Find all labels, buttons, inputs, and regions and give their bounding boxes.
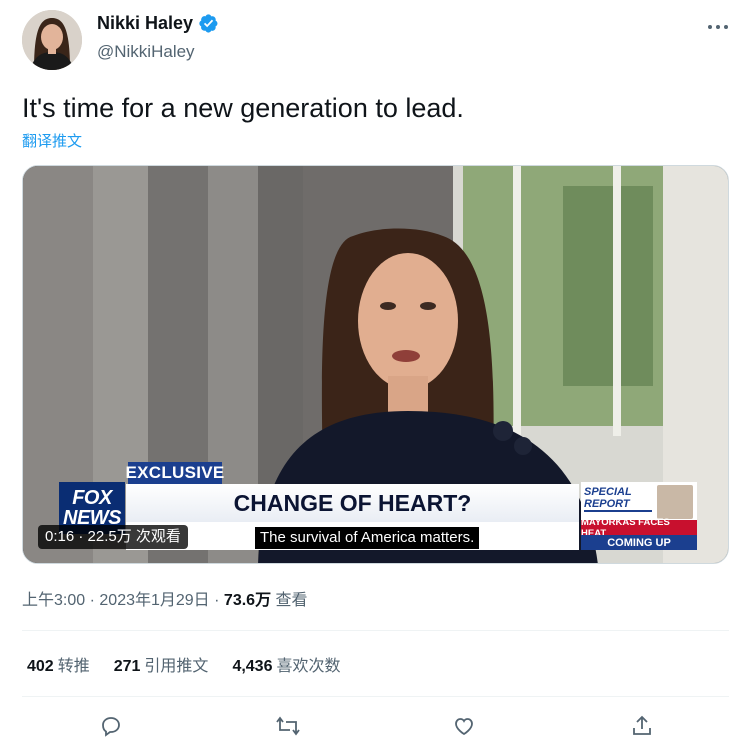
author-display-name[interactable]: Nikki Haley [97, 13, 193, 34]
meta-separator: · [89, 592, 95, 609]
tweet-date[interactable]: 2023年1月29日 [99, 592, 209, 609]
avatar[interactable] [22, 10, 82, 70]
quotes-label: 引用推文 [144, 658, 209, 675]
retweet-icon [276, 716, 300, 736]
divider [22, 696, 729, 697]
logo-line-1: FOX [72, 487, 112, 509]
author-name-row[interactable]: Nikki Haley [97, 13, 219, 34]
special-report-thumbnail [657, 485, 693, 519]
share-button[interactable] [628, 712, 656, 740]
translate-tweet-link[interactable]: 翻译推文 [22, 130, 82, 151]
meta-separator-2: · [214, 592, 220, 609]
headline-banner: CHANGE OF HEART? [126, 484, 579, 522]
views-label: 查看 [275, 592, 308, 609]
special-report-headline: MAYORKAS FACES HEAT [581, 517, 697, 539]
tweet-text: It's time for a new generation to lead. [22, 93, 464, 123]
engagement-stats: 402 转推 271 引用推文 4,436 喜欢次数 [27, 652, 341, 676]
reply-icon [102, 717, 120, 737]
likes-stat[interactable]: 4,436 喜欢次数 [232, 652, 340, 676]
more-dots-icon [708, 25, 728, 29]
video-caption: The survival of America matters. [255, 527, 480, 549]
quotes-stat[interactable]: 271 引用推文 [114, 652, 209, 676]
more-options-button[interactable] [705, 14, 731, 40]
special-line-1: SPECIAL [584, 486, 632, 498]
retweets-stat[interactable]: 402 转推 [27, 652, 90, 676]
video-player[interactable]: FOX NEWS EXCLUSIVE CHANGE OF HEART? The … [22, 165, 729, 564]
quotes-count: 271 [113, 658, 141, 675]
tweet-time[interactable]: 上午3:00 [22, 592, 85, 609]
verified-badge-icon [198, 13, 219, 34]
reply-button[interactable] [97, 712, 125, 740]
share-icon [633, 715, 651, 735]
author-handle[interactable]: @NikkiHaley [97, 42, 195, 62]
tweet-meta: 上午3:00 · 2023年1月29日 · 73.6万 查看 [22, 586, 308, 610]
action-bar [22, 708, 729, 744]
retweet-button[interactable] [274, 712, 302, 740]
special-report-coming-up: COMING UP [581, 535, 697, 550]
video-time-views: 0:16 · 22.5万 次观看 [38, 525, 188, 549]
divider [22, 630, 729, 631]
special-report-title: SPECIAL REPORT [584, 486, 652, 512]
like-icon [455, 718, 473, 736]
like-button[interactable] [450, 712, 478, 740]
views-count: 73.6万 [223, 592, 272, 609]
retweets-count: 402 [27, 658, 54, 675]
likes-count: 4,436 [232, 658, 273, 675]
exclusive-banner: EXCLUSIVE [125, 462, 225, 484]
special-report-box: SPECIAL REPORT MAYORKAS FACES HEAT COMIN… [581, 482, 697, 550]
likes-label: 喜欢次数 [276, 658, 341, 675]
retweets-label: 转推 [57, 658, 90, 675]
tweet-card: Nikki Haley @NikkiHaley It's time for a … [0, 0, 747, 754]
special-line-2: REPORT [584, 498, 630, 510]
